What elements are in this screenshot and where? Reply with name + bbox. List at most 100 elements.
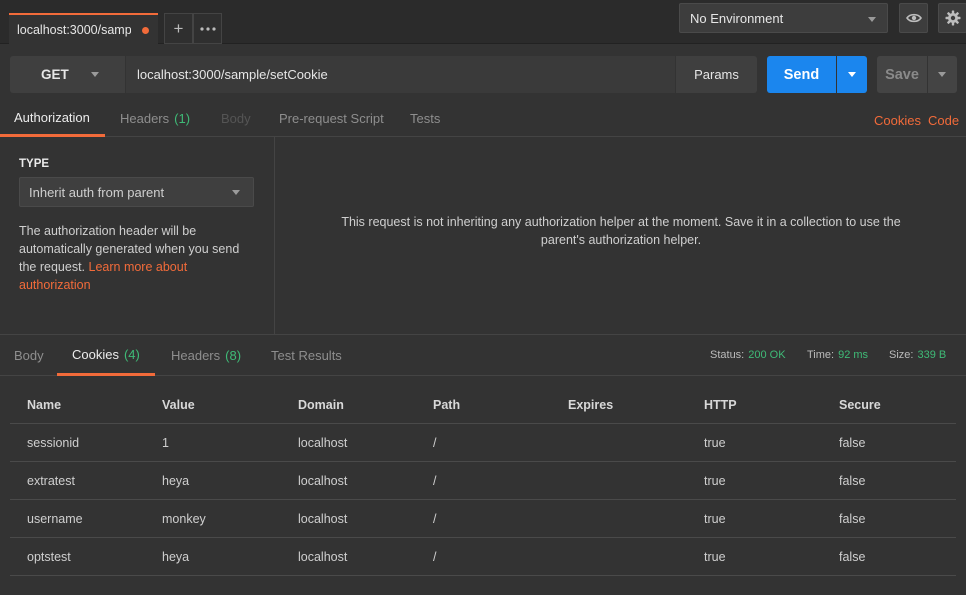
table-row: username monkey localhost / true false <box>10 500 956 538</box>
cookie-domain: localhost <box>298 512 348 526</box>
response-time: Time: 92 ms <box>807 349 868 361</box>
new-tab-button[interactable]: + <box>164 13 193 44</box>
table-header: Name Value Domain Path Expires HTTP Secu… <box>10 386 956 424</box>
size-label: Size: <box>889 349 914 361</box>
send-button[interactable]: Send <box>767 56 836 93</box>
tab-tests[interactable]: Tests <box>410 100 440 137</box>
environment-select[interactable]: No Environment <box>679 3 888 33</box>
tab-headers[interactable]: Headers (1) <box>120 100 190 137</box>
cookie-http: true <box>704 474 726 488</box>
settings-button[interactable] <box>938 3 966 33</box>
request-tab[interactable]: localhost:3000/sample/setCookie <box>9 13 158 44</box>
column-header: HTTP <box>704 398 737 412</box>
cookie-secure: false <box>839 436 866 450</box>
cookie-value: monkey <box>162 512 206 526</box>
column-header: Secure <box>839 398 881 412</box>
table-row: optstest heya localhost / true false <box>10 538 956 576</box>
chevron-down-icon <box>232 190 240 195</box>
cookie-http: true <box>704 550 726 564</box>
more-tabs-button[interactable] <box>193 13 222 44</box>
tab-response-headers[interactable]: Headers (8) <box>171 335 241 376</box>
tab-body[interactable]: Body <box>221 100 251 137</box>
tab-response-cookies-count: (4) <box>123 346 140 362</box>
request-tabs: Authorization Headers (1) Body Pre-reque… <box>0 100 966 137</box>
save-button[interactable]: Save <box>877 56 927 93</box>
ellipsis-icon <box>199 26 216 31</box>
eye-icon <box>905 13 922 23</box>
send-options-button[interactable] <box>837 56 867 93</box>
time-value: 92 ms <box>838 349 869 361</box>
method-value: GET <box>41 67 69 82</box>
cookie-secure: false <box>839 474 866 488</box>
cookie-path: / <box>433 436 437 450</box>
status-value: 200 OK <box>748 349 786 361</box>
response-tabs: Body Cookies (4) Headers (8) Test Result… <box>0 334 966 376</box>
tab-response-body[interactable]: Body <box>14 335 44 376</box>
tab-test-results-label: Test Results <box>271 348 342 363</box>
cookie-path: / <box>433 512 437 526</box>
column-header: Name <box>27 398 62 412</box>
tab-prerequest-script[interactable]: Pre-request Script <box>279 100 384 137</box>
tab-response-headers-label: Headers <box>171 348 221 363</box>
unsaved-dot-icon <box>142 27 149 34</box>
cookie-http: true <box>704 512 726 526</box>
tab-tests-label: Tests <box>410 111 441 126</box>
url-input[interactable]: localhost:3000/sample/setCookie <box>126 56 675 93</box>
cookie-name: optstest <box>27 550 71 564</box>
cookies-link[interactable]: Cookies <box>874 113 921 128</box>
status-label: Status: <box>710 349 745 361</box>
code-link[interactable]: Code <box>928 113 959 128</box>
chevron-down-icon <box>868 17 876 22</box>
auth-type-value: Inherit auth from parent <box>29 184 165 200</box>
tab-prerequest-label: Pre-request Script <box>279 111 384 126</box>
params-button[interactable]: Params <box>676 56 757 93</box>
auth-type-select[interactable]: Inherit auth from parent <box>19 177 254 207</box>
auth-message: This request is not inheriting any autho… <box>341 215 901 247</box>
cookie-secure: false <box>839 550 866 564</box>
cookie-path: / <box>433 474 437 488</box>
chevron-down-icon <box>91 72 99 77</box>
column-header: Expires <box>568 398 614 412</box>
tab-bar: localhost:3000/sample/setCookie + No Env… <box>0 0 966 44</box>
request-tab-title: localhost:3000/sample/setCookie <box>17 22 131 37</box>
cookie-domain: localhost <box>298 550 348 564</box>
tab-response-cookies-label: Cookies <box>72 346 119 362</box>
tab-authorization[interactable]: Authorization <box>0 100 105 137</box>
environment-quick-look-button[interactable] <box>899 3 928 33</box>
tab-headers-count: (1) <box>174 111 191 126</box>
method-select[interactable]: GET <box>10 56 125 93</box>
auth-description: The authorization header will be automat… <box>19 222 259 294</box>
cookie-value: heya <box>162 474 190 488</box>
tab-body-label: Body <box>221 111 251 126</box>
cookie-path: / <box>433 550 437 564</box>
auth-type-label: TYPE <box>19 158 50 170</box>
cookie-domain: localhost <box>298 474 348 488</box>
response-status: Status: 200 OK <box>710 349 786 361</box>
tab-response-cookies[interactable]: Cookies (4) <box>57 335 155 376</box>
table-row: extratest heya localhost / true false <box>10 462 956 500</box>
size-value: 339 B <box>917 349 947 361</box>
chevron-down-icon <box>938 72 946 77</box>
cookies-table: Name Value Domain Path Expires HTTP Secu… <box>10 386 956 576</box>
column-header: Path <box>433 398 461 412</box>
url-value: localhost:3000/sample/setCookie <box>137 67 328 82</box>
cookie-value: 1 <box>162 436 169 450</box>
auth-settings-panel: TYPE Inherit auth from parent The author… <box>0 137 275 334</box>
cookie-http: true <box>704 436 726 450</box>
column-header: Domain <box>298 398 344 412</box>
plus-icon: + <box>173 18 184 38</box>
tab-headers-label: Headers <box>120 111 170 126</box>
tab-response-body-label: Body <box>14 348 44 363</box>
cookie-name: sessionid <box>27 436 80 450</box>
response-size: Size: 339 B <box>889 349 946 361</box>
cookie-value: heya <box>162 550 190 564</box>
table-row: sessionid 1 localhost / true false <box>10 424 956 462</box>
cookie-domain: localhost <box>298 436 348 450</box>
save-options-button[interactable] <box>928 56 957 93</box>
gear-icon <box>945 10 960 26</box>
tab-test-results[interactable]: Test Results <box>271 335 342 376</box>
chevron-down-icon <box>848 72 856 77</box>
tab-response-headers-count: (8) <box>225 348 242 363</box>
cookie-name: extratest <box>27 474 75 488</box>
tab-authorization-label: Authorization <box>14 109 90 125</box>
